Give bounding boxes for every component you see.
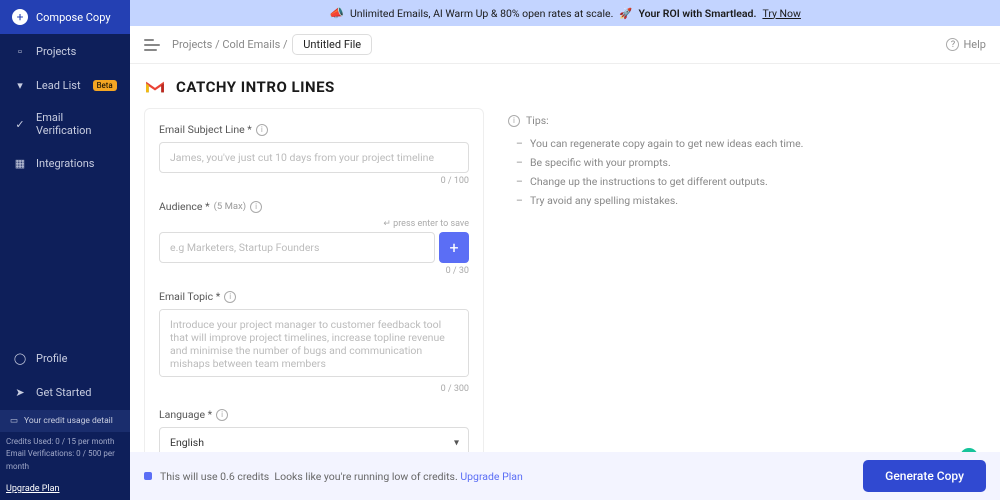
indicator-icon xyxy=(144,472,152,480)
crumb-file[interactable]: Untitled File xyxy=(292,34,372,55)
field-language: Language *i English xyxy=(159,408,469,458)
generate-copy-button[interactable]: Generate Copy xyxy=(863,460,986,492)
help-label: Help xyxy=(963,38,986,51)
banner-cta[interactable]: Try Now xyxy=(762,7,800,20)
field-audience: Audience * (5 Max) i ↵ press enter to save… xyxy=(159,200,469,276)
banner-text: Unlimited Emails, AI Warm Up & 80% open … xyxy=(350,7,613,20)
footer-warning: Looks like you're running low of credits… xyxy=(274,470,457,483)
topic-counter: 0 / 300 xyxy=(159,384,469,394)
user-icon: ◯ xyxy=(12,351,28,367)
audience-sub: (5 Max) xyxy=(214,201,246,212)
info-icon: i xyxy=(508,115,520,127)
sidebar-item-compose[interactable]: + Compose Copy xyxy=(0,0,130,34)
menu-toggle-icon[interactable] xyxy=(144,39,160,51)
subject-counter: 0 / 100 xyxy=(159,176,469,186)
crumb-sep: / xyxy=(212,38,222,51)
topic-label: Email Topic * xyxy=(159,290,220,303)
sidebar-label: Lead List xyxy=(36,79,81,92)
page-header: CATCHY INTRO LINES xyxy=(130,64,1000,108)
add-audience-button[interactable]: + xyxy=(439,232,469,263)
sidebar-label: Profile xyxy=(36,352,67,365)
help-link[interactable]: ? Help xyxy=(946,38,986,51)
info-icon[interactable]: i xyxy=(216,409,228,421)
breadcrumb-bar: Projects / Cold Emails / Untitled File ?… xyxy=(130,26,1000,64)
chevron-down-icon: ▾ xyxy=(12,77,28,93)
footer-credits: This will use 0.6 credits xyxy=(160,470,269,483)
info-icon[interactable]: i xyxy=(224,291,236,303)
sidebar-item-profile[interactable]: ◯ Profile xyxy=(0,342,130,376)
subject-input[interactable] xyxy=(159,142,469,173)
sidebar-item-emailverif[interactable]: ✓ Email Verification xyxy=(0,102,130,146)
tip-item: Be specific with your prompts. xyxy=(520,156,976,169)
card-icon: ▭ xyxy=(10,416,18,426)
page-title: CATCHY INTRO LINES xyxy=(176,78,335,96)
upgrade-plan-link[interactable]: Upgrade Plan xyxy=(0,478,130,500)
sidebar-item-projects[interactable]: ▫ Projects xyxy=(0,34,130,68)
sidebar-item-leadlist[interactable]: ▾ Lead List Beta xyxy=(0,68,130,102)
subject-label: Email Subject Line * xyxy=(159,123,252,136)
audience-input[interactable] xyxy=(159,232,435,263)
footer-bar: This will use 0.6 credits Looks like you… xyxy=(130,452,1000,500)
crumb-coldemails[interactable]: Cold Emails xyxy=(222,38,280,51)
credit-line: Credits Used: 0 / 15 per month xyxy=(6,436,124,449)
banner-text-bold: Your ROI with Smartlead. xyxy=(638,7,756,20)
language-label: Language * xyxy=(159,408,212,421)
credit-usage-box: ▭ Your credit usage detail xyxy=(0,410,130,432)
tips-heading: Tips: xyxy=(526,114,549,127)
tip-item: You can regenerate copy again to get new… xyxy=(520,137,976,150)
credit-title: Your credit usage detail xyxy=(24,416,113,426)
plus-icon: + xyxy=(12,9,28,25)
sidebar-label: Integrations xyxy=(36,157,94,170)
sidebar-item-integrations[interactable]: ▦ Integrations xyxy=(0,146,130,180)
sidebar-label: Get Started xyxy=(36,386,91,399)
gmail-icon xyxy=(144,79,166,95)
sidebar: + Compose Copy ▫ Projects ▾ Lead List Be… xyxy=(0,0,130,500)
sidebar-label: Projects xyxy=(36,45,76,58)
sidebar-label: Email Verification xyxy=(36,111,118,137)
footer-upgrade-link[interactable]: Upgrade Plan xyxy=(460,470,522,483)
megaphone-icon: 📣 xyxy=(329,6,344,20)
credit-line: Email Verifications: 0 / 500 per month xyxy=(6,448,124,474)
crumb-projects[interactable]: Projects xyxy=(172,38,212,51)
main-area: 📣 Unlimited Emails, AI Warm Up & 80% ope… xyxy=(130,0,1000,500)
credit-detail: Credits Used: 0 / 15 per month Email Ver… xyxy=(0,432,130,478)
field-topic: Email Topic * i 0 / 300 xyxy=(159,290,469,394)
promo-banner: 📣 Unlimited Emails, AI Warm Up & 80% ope… xyxy=(130,0,1000,26)
sidebar-item-getstarted[interactable]: ➤ Get Started xyxy=(0,376,130,410)
topic-textarea[interactable] xyxy=(159,309,469,377)
field-subject: Email Subject Line * i 0 / 100 xyxy=(159,123,469,186)
rocket-icon: ➤ xyxy=(12,385,28,401)
form-panel: Email Subject Line * i 0 / 100 Audience *… xyxy=(144,108,484,486)
info-icon[interactable]: i xyxy=(250,201,262,213)
audience-hint: ↵ press enter to save xyxy=(159,219,469,229)
tips-list: You can regenerate copy again to get new… xyxy=(508,137,976,207)
info-icon[interactable]: i xyxy=(256,124,268,136)
folder-icon: ▫ xyxy=(12,43,28,59)
crumb-sep: / xyxy=(280,38,290,51)
help-icon: ? xyxy=(946,38,959,51)
tip-item: Change up the instructions to get differ… xyxy=(520,175,976,188)
audience-label: Audience * xyxy=(159,200,210,213)
sidebar-label: Compose Copy xyxy=(36,11,111,24)
grid-icon: ▦ xyxy=(12,155,28,171)
audience-counter: 0 / 30 xyxy=(159,266,469,276)
tip-item: Try avoid any spelling mistakes. xyxy=(520,194,976,207)
rocket-icon: 🚀 xyxy=(619,7,632,20)
check-icon: ✓ xyxy=(12,116,28,132)
beta-badge: Beta xyxy=(93,80,117,91)
tips-panel: i Tips: You can regenerate copy again to … xyxy=(498,108,986,486)
